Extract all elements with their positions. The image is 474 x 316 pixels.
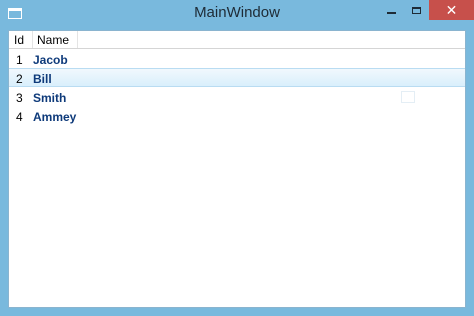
close-icon: ✕ [445,1,458,18]
main-window: MainWindow ✕ Id Name 1 Jacob 2 Bill 3 Sm… [0,0,474,316]
title-bar[interactable]: MainWindow ✕ [0,0,474,28]
list-header: Id Name [9,31,465,49]
column-divider[interactable] [32,31,33,48]
column-header-name[interactable]: Name [37,33,69,47]
minimize-button[interactable] [378,0,404,20]
column-divider[interactable] [77,31,78,48]
maximize-icon [412,6,421,14]
minimize-icon [386,12,396,14]
cell-name: Jacob [33,53,68,67]
cell-name: Ammey [33,110,77,124]
cell-id: 3 [16,91,23,105]
cell-name: Smith [33,91,67,105]
maximize-button[interactable] [404,0,429,20]
close-button[interactable]: ✕ [429,0,474,20]
list-item[interactable]: 3 Smith [9,88,465,107]
cell-name: Bill [33,72,52,86]
list-item[interactable]: 4 Ammey [9,107,465,126]
column-header-id[interactable]: Id [14,33,24,47]
list-item-selected[interactable]: 2 Bill [9,68,465,87]
faint-watermark [401,88,471,106]
cell-id: 1 [16,53,23,67]
cell-id: 4 [16,110,23,124]
cell-id: 2 [16,72,23,86]
list-view[interactable]: Id Name 1 Jacob 2 Bill 3 Smith 4 Ammey [8,30,466,308]
list-item[interactable]: 1 Jacob [9,50,465,69]
watermark-icon [401,91,415,103]
